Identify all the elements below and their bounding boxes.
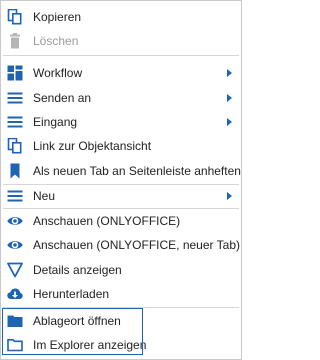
trash-icon: [10, 33, 20, 49]
menu-item-label: Kopieren: [33, 10, 82, 24]
menu-item-label: Link zur Objektansicht: [33, 139, 152, 153]
menu-item-label: Als neuen Tab an Seitenleiste anheften: [33, 164, 241, 178]
menu-item-im-explorer-anzeigen[interactable]: Im Explorer anzeigen: [1, 333, 241, 357]
menu-item-label: Neu: [33, 189, 56, 203]
submenu-arrow-icon: [227, 118, 232, 126]
context-menu: Kopieren Löschen Workflow Senden an Eing…: [0, 0, 242, 360]
menu-item-label: Ablageort öffnen: [33, 314, 121, 328]
grid-icon: [7, 65, 23, 81]
menu-item-label: Workflow: [33, 66, 83, 80]
copy-icon: [7, 9, 22, 25]
menu-item-herunterladen[interactable]: Herunterladen: [1, 282, 241, 306]
folder-icon: [7, 315, 23, 327]
menu-item-label: Details anzeigen: [33, 263, 122, 277]
submenu-arrow-icon: [227, 192, 232, 200]
menu-item-neu[interactable]: Neu: [1, 184, 241, 208]
hamburger-icon: [7, 92, 23, 104]
menu-item-label: Im Explorer anzeigen: [33, 338, 147, 352]
folder-outline-icon: [7, 339, 23, 352]
cloud-download-icon: [7, 288, 23, 299]
menu-item-label: Eingang: [33, 115, 78, 129]
menu-item-details-anzeigen[interactable]: Details anzeigen: [1, 258, 241, 282]
copy-icon: [7, 138, 22, 154]
menu-item-label: Löschen: [33, 34, 79, 48]
eye-icon: [7, 217, 23, 225]
submenu-arrow-icon: [227, 94, 232, 102]
menu-separator: [3, 55, 239, 56]
submenu-arrow-icon: [227, 69, 232, 77]
menu-item-label: Anschauen (ONLYOFFICE): [33, 214, 181, 228]
menu-item-label: Senden an: [33, 91, 92, 105]
menu-item-label: Herunterladen: [33, 287, 110, 301]
menu-item-anschauen-onlyoffice-neuer-tab[interactable]: Anschauen (ONLYOFFICE, neuer Tab): [1, 233, 241, 257]
menu-item-workflow[interactable]: Workflow: [1, 61, 241, 85]
menu-separator: [3, 307, 239, 308]
menu-item-loeschen: Löschen: [1, 29, 241, 53]
menu-item-kopieren[interactable]: Kopieren: [1, 5, 241, 29]
menu-item-anschauen-onlyoffice[interactable]: Anschauen (ONLYOFFICE): [1, 209, 241, 233]
menu-item-senden-an[interactable]: Senden an: [1, 86, 241, 110]
menu-item-link-objektansicht[interactable]: Link zur Objektansicht: [1, 134, 241, 158]
menu-item-tab-anheften[interactable]: Als neuen Tab an Seitenleiste anheften: [1, 159, 241, 183]
hamburger-icon: [7, 190, 23, 202]
filter-triangle-icon: [7, 262, 23, 278]
menu-item-ablageort-oeffnen[interactable]: Ablageort öffnen: [1, 309, 241, 333]
menu-item-label: Anschauen (ONLYOFFICE, neuer Tab): [33, 238, 240, 252]
menu-item-eingang[interactable]: Eingang: [1, 110, 241, 134]
bookmark-icon: [10, 163, 20, 179]
hamburger-icon: [7, 116, 23, 128]
eye-icon: [7, 241, 23, 249]
